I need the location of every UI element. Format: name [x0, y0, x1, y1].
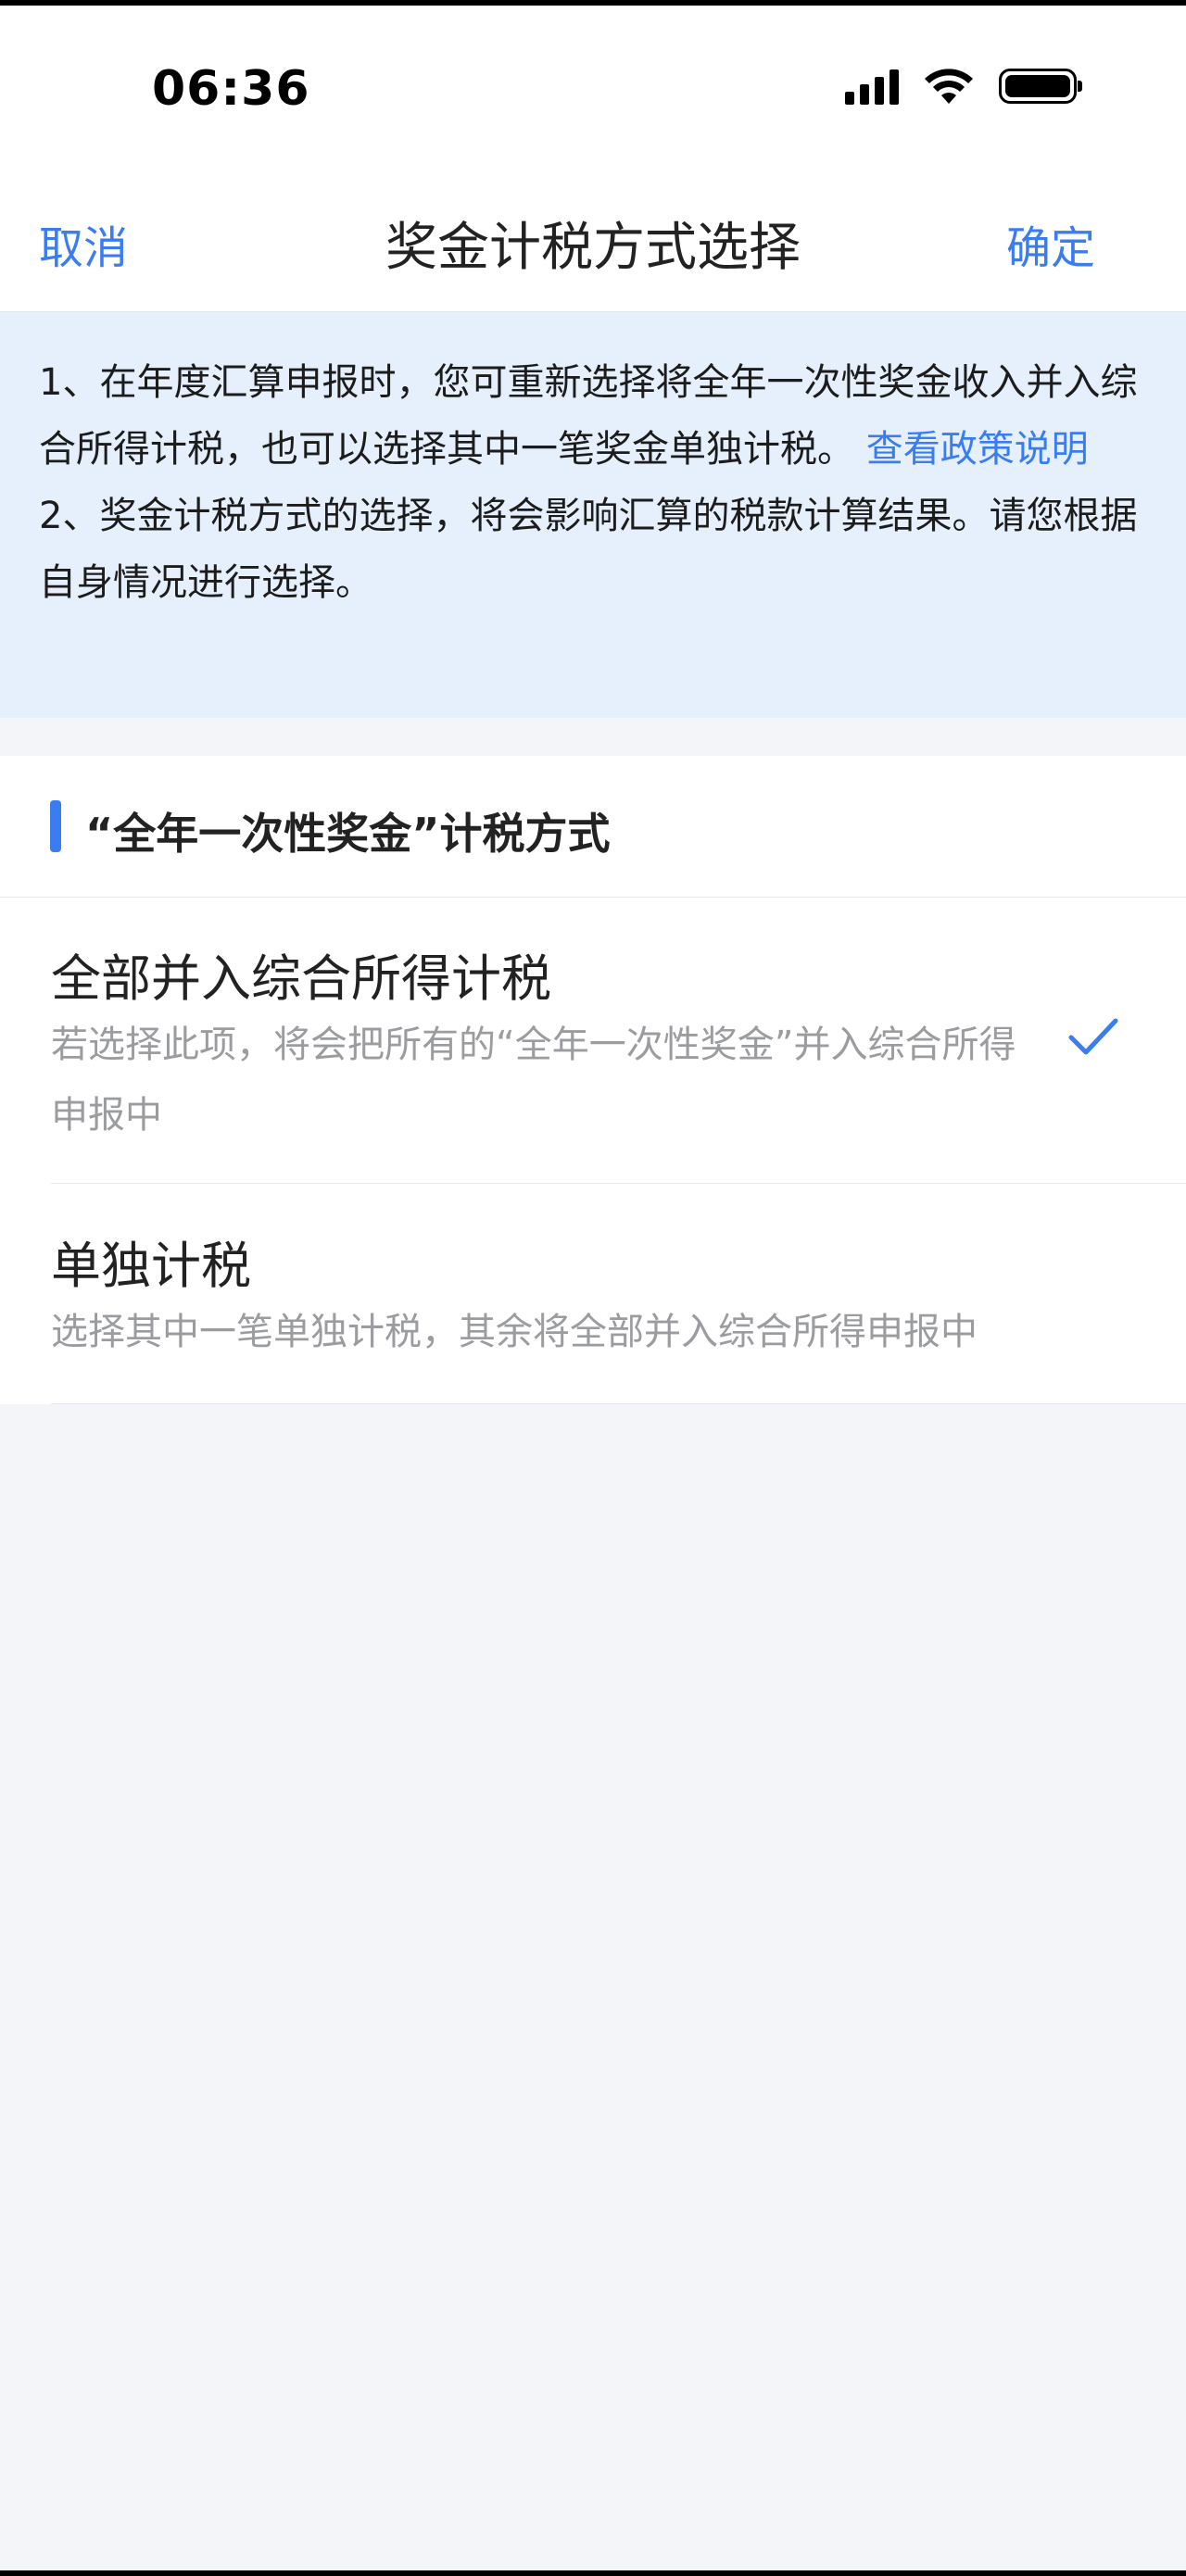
- status-bar: 06:36: [0, 6, 1186, 163]
- wifi-icon: [925, 69, 973, 104]
- option-combined-tax[interactable]: 全部并入综合所得计税 若选择此项，将会把所有的“全年一次性奖金”并入综合所得申报…: [0, 897, 1186, 1184]
- option-title: 单独计税: [51, 1237, 251, 1295]
- checkmark-icon: [1068, 1018, 1118, 1055]
- option-description: 选择其中一笔单独计税，其余将全部并入综合所得申报中: [51, 1311, 978, 1353]
- tax-method-card: “全年一次性奖金”计税方式 全部并入综合所得计税 若选择此项，将会把所有的“全年…: [0, 756, 1186, 1404]
- section-title: “全年一次性奖金”计税方式: [85, 809, 611, 859]
- policy-link[interactable]: 查看政策说明: [866, 428, 1089, 471]
- status-icons: [845, 67, 1082, 106]
- confirm-button[interactable]: 确定: [1006, 211, 1095, 276]
- cellular-signal-icon: [845, 68, 899, 105]
- option-separate-tax[interactable]: 单独计税 选择其中一笔单独计税，其余将全部并入综合所得申报中: [0, 1184, 1186, 1404]
- section-header: “全年一次性奖金”计税方式: [0, 756, 1186, 898]
- notice-line-2: 2、奖金计税方式的选择，将会影响汇算的税款计算结果。请您根据自身情况进行选择。: [39, 495, 1138, 604]
- notice-text: 1、在年度汇算申报时，您可重新选择将全年一次性奖金收入并入综合所得计税，也可以选…: [39, 349, 1147, 616]
- battery-icon: [999, 69, 1082, 104]
- bottom-edge: [0, 2570, 1186, 2576]
- notice-box: 1、在年度汇算申报时，您可重新选择将全年一次性奖金收入并入综合所得计税，也可以选…: [0, 312, 1186, 718]
- status-time: 06:36: [152, 61, 310, 117]
- divider: [51, 1403, 1186, 1404]
- option-description: 若选择此项，将会把所有的“全年一次性奖金”并入综合所得申报中: [51, 1024, 1016, 1137]
- option-title: 全部并入综合所得计税: [51, 949, 551, 1008]
- nav-bar: 取消 奖金计税方式选择 确定: [0, 163, 1186, 312]
- section-accent-bar: [50, 800, 61, 852]
